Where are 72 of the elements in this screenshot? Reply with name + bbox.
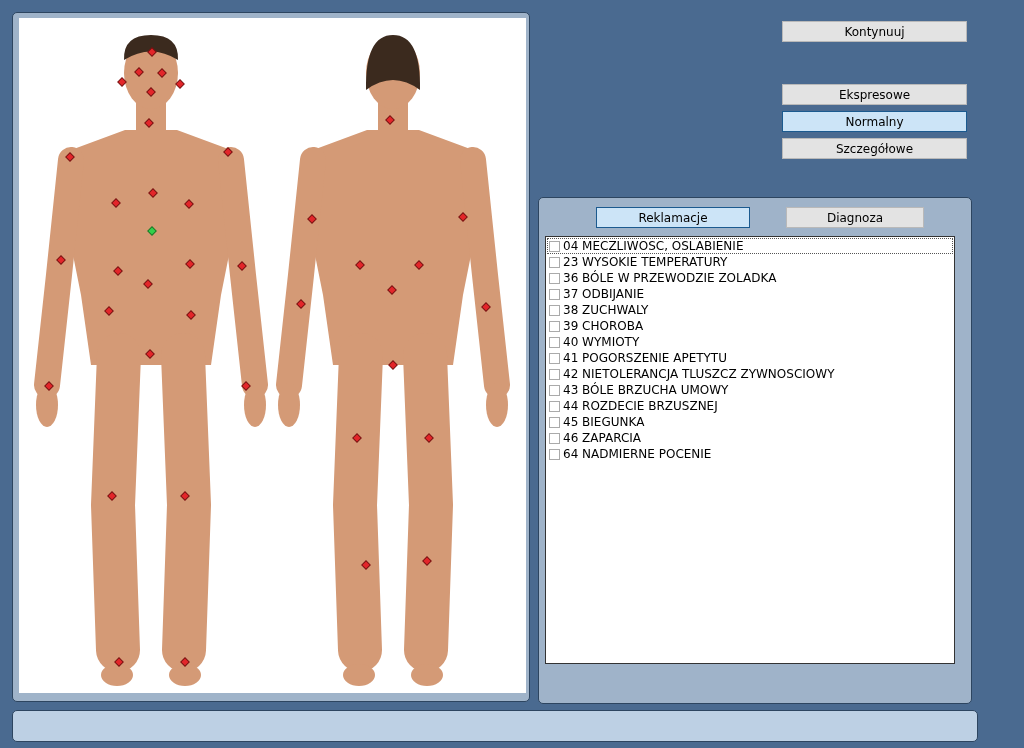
body-point[interactable] — [355, 260, 365, 270]
checkbox[interactable] — [549, 400, 560, 412]
body-point[interactable] — [134, 67, 144, 77]
mode-button[interactable]: Szczegółowe — [782, 138, 967, 159]
checkbox[interactable] — [549, 368, 560, 380]
body-point[interactable] — [113, 266, 123, 276]
checkbox[interactable] — [549, 336, 560, 348]
complaint-label[interactable]: 42 NIETOLERANCJA TLUSZCZ ZYWNOSCIOWY — [563, 367, 835, 381]
complaint-label[interactable]: 40 WYMIOTY — [563, 335, 640, 349]
body-point[interactable] — [296, 299, 306, 309]
complaint-label[interactable]: 36 BÓLE W PRZEWODZIE ZOLADKA — [563, 271, 777, 285]
complaint-label[interactable]: 38 ZUCHWALY — [563, 303, 649, 317]
checkbox[interactable] — [549, 384, 560, 396]
body-point[interactable] — [114, 657, 124, 667]
checkbox[interactable] — [549, 272, 560, 284]
body-point[interactable] — [185, 259, 195, 269]
body-point[interactable] — [458, 212, 468, 222]
body-point[interactable] — [184, 199, 194, 209]
body-point[interactable] — [175, 79, 185, 89]
complaint-label[interactable]: 39 CHOROBA — [563, 319, 644, 333]
body-point[interactable] — [44, 381, 54, 391]
body-point[interactable] — [241, 381, 251, 391]
complaint-label[interactable]: 43 BÓLE BRZUCHA UMOWY — [563, 383, 729, 397]
body-point[interactable] — [146, 87, 156, 97]
complaint-label[interactable]: 37 ODBIJANIE — [563, 287, 645, 301]
body-point[interactable] — [56, 255, 66, 265]
checkbox[interactable] — [549, 320, 560, 332]
checkbox[interactable] — [549, 448, 560, 460]
checkbox[interactable] — [549, 416, 560, 428]
body-point[interactable] — [65, 152, 75, 162]
complaint-label[interactable]: 46 ZAPARCIA — [563, 431, 642, 445]
complaint-label[interactable]: 41 POGORSZENIE APETYTU — [563, 351, 727, 365]
checkbox[interactable] — [549, 288, 560, 300]
body-point[interactable] — [414, 260, 424, 270]
body-point[interactable] — [388, 360, 398, 370]
body-point[interactable] — [147, 47, 157, 57]
body-point[interactable] — [148, 188, 158, 198]
body-point[interactable] — [361, 560, 371, 570]
checkbox[interactable] — [549, 352, 560, 364]
body-point[interactable] — [144, 118, 154, 128]
body-point[interactable] — [111, 198, 121, 208]
complaint-label[interactable]: 64 NADMIERNE POCENIE — [563, 447, 712, 461]
body-point[interactable] — [180, 657, 190, 667]
body-point[interactable] — [186, 310, 196, 320]
continue-button[interactable]: Kontynuuj — [782, 21, 967, 42]
checkbox[interactable] — [549, 240, 560, 252]
checkbox[interactable] — [549, 432, 560, 444]
body-point[interactable] — [424, 433, 434, 443]
mode-button[interactable]: Ekspresowe — [782, 84, 967, 105]
body-point[interactable] — [145, 349, 155, 359]
checkbox[interactable] — [549, 256, 560, 268]
body-point[interactable] — [143, 279, 153, 289]
complaint-label[interactable]: 45 BIEGUNKA — [563, 415, 645, 429]
body-point[interactable] — [385, 115, 395, 125]
body-point[interactable] — [352, 433, 362, 443]
tab[interactable]: Reklamacje — [596, 207, 750, 228]
body-point[interactable] — [422, 556, 432, 566]
complaint-label[interactable]: 23 WYSOKIE TEMPERATURY — [563, 255, 728, 269]
mode-button[interactable]: Normalny — [782, 111, 967, 132]
body-point[interactable] — [180, 491, 190, 501]
body-point[interactable] — [237, 261, 247, 271]
complaint-label[interactable]: 44 ROZDECIE BRZUSZNEJ — [563, 399, 718, 413]
body-point[interactable] — [307, 214, 317, 224]
body-point[interactable] — [387, 285, 397, 295]
body-point[interactable] — [117, 77, 127, 87]
body-point[interactable] — [223, 147, 233, 157]
tab[interactable]: Diagnoza — [786, 207, 924, 228]
body-point[interactable] — [481, 302, 491, 312]
body-point[interactable] — [104, 306, 114, 316]
body-point[interactable] — [107, 491, 117, 501]
checkbox[interactable] — [549, 304, 560, 316]
body-point[interactable] — [157, 68, 167, 78]
